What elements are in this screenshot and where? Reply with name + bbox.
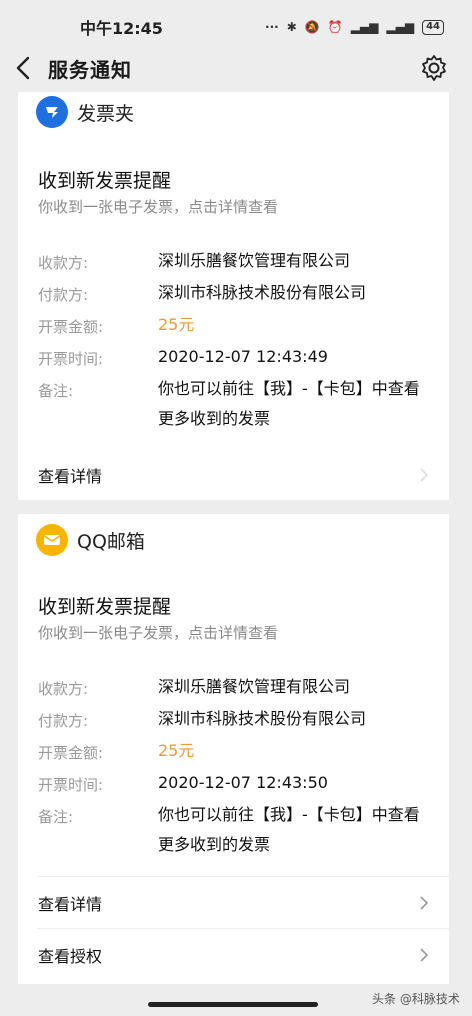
notification-title: 收到新发票提醒 [38, 170, 172, 192]
field-label: 收款方: [38, 680, 89, 698]
gear-icon[interactable] [420, 54, 448, 82]
field-value: 深圳市科脉技术股份有限公司 [158, 283, 367, 302]
amount-value: 25元 [158, 315, 195, 334]
link-label: 查看详情 [38, 467, 103, 486]
dots-icon: ··· [265, 20, 279, 34]
wifi-icon: ▂▄▆ [386, 20, 415, 34]
chevron-right-icon [420, 468, 429, 482]
field-value: 深圳市科脉技术股份有限公司 [158, 709, 367, 728]
field-label: 付款方: [38, 286, 89, 304]
app-header: 发票夹 [36, 96, 134, 128]
field-label: 备注: [38, 382, 74, 400]
notification-subtitle: 你收到一张电子发票，点击详情查看 [38, 198, 279, 216]
notification-title: 收到新发票提醒 [38, 596, 172, 618]
field-label: 开票金额: [38, 318, 104, 336]
page-title: 服务通知 [48, 58, 132, 82]
field-label: 开票金额: [38, 744, 104, 762]
view-authorization-link[interactable]: 查看授权 [18, 930, 449, 980]
app-name: 发票夹 [77, 102, 135, 125]
field-value: 2020-12-07 12:43:50 [158, 773, 328, 792]
link-label: 查看授权 [38, 947, 103, 966]
field-label: 付款方: [38, 712, 89, 730]
notification-card-fapiaojia: 发票夹 收到新发票提醒 你收到一张电子发票，点击详情查看 收款方: 深圳乐膳餐饮… [18, 92, 449, 500]
link-label: 查看详情 [38, 895, 103, 914]
divider [38, 876, 449, 877]
field-value: 你也可以前往【我】-【卡包】中查看更多收到的发票 [158, 805, 420, 854]
app-header: QQ邮箱 [36, 524, 145, 556]
qqmail-logo-icon [36, 524, 68, 556]
field-value: 深圳乐膳餐饮管理有限公司 [158, 251, 351, 270]
status-icons: ··· ✱ 🔕 ⏰ ▂▄▆ ▂▄▆ 44 [265, 19, 444, 35]
app-name: QQ邮箱 [77, 530, 145, 553]
amount-value: 25元 [158, 741, 195, 760]
field-value: 你也可以前往【我】-【卡包】中查看更多收到的发票 [158, 379, 420, 428]
signal-icon: ▂▄▆ [350, 20, 379, 34]
field-label: 开票时间: [38, 350, 104, 368]
chevron-right-icon [420, 948, 429, 962]
chevron-right-icon [420, 896, 429, 910]
field-value: 深圳乐膳餐饮管理有限公司 [158, 677, 351, 696]
field-label: 收款方: [38, 254, 89, 272]
fapiaojia-logo-icon [36, 96, 68, 128]
status-time: 中午12:45 [80, 19, 163, 38]
field-label: 开票时间: [38, 776, 104, 794]
watermark: 头条 @科脉技术 [372, 992, 460, 1006]
field-label: 备注: [38, 808, 74, 826]
field-value: 2020-12-07 12:43:49 [158, 347, 328, 366]
divider [38, 928, 449, 929]
nav-bar: 服务通知 [0, 44, 472, 92]
notification-subtitle: 你收到一张电子发票，点击详情查看 [38, 624, 279, 642]
home-indicator[interactable] [148, 1002, 318, 1007]
back-icon[interactable] [12, 52, 36, 84]
battery-icon: 44 [422, 19, 444, 35]
view-details-link[interactable]: 查看详情 [18, 450, 449, 500]
notification-card-qqmail: QQ邮箱 收到新发票提醒 你收到一张电子发票，点击详情查看 收款方: 深圳乐膳餐… [18, 514, 449, 984]
view-details-link[interactable]: 查看详情 [18, 878, 449, 928]
alarm-icon: ⏰ [327, 20, 343, 34]
bluetooth-icon: ✱ [286, 20, 297, 34]
mute-icon: 🔕 [304, 20, 320, 34]
